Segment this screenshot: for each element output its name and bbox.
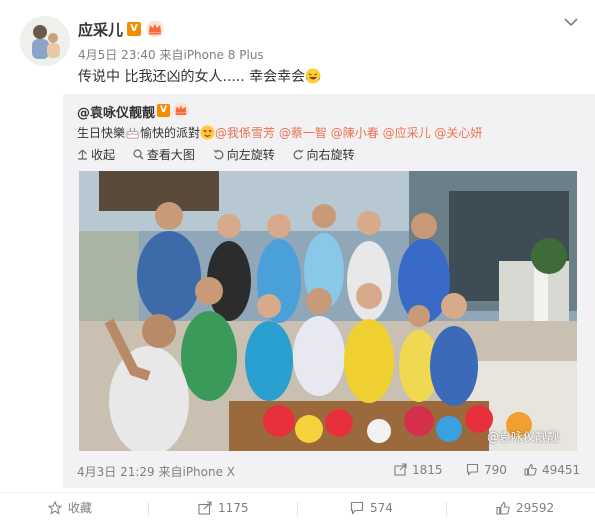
photo-watermark: @袁咏仪靓靓 (486, 430, 559, 444)
favorite-label: 收藏 (68, 501, 93, 515)
original-like-count[interactable]: 49451 (524, 463, 580, 477)
mention-link[interactable]: @关心妍 (434, 126, 482, 140)
zoom-icon (133, 149, 144, 160)
post-meta: 4月5日 23:40 来自iPhone 8 Plus (78, 48, 264, 62)
comment-icon (350, 501, 364, 515)
thumbs-up-icon (496, 501, 510, 515)
comment-button[interactable]: 574 (350, 493, 393, 524)
rotate-left-label: 向左旋转 (226, 148, 275, 162)
avatar[interactable] (20, 16, 70, 66)
mention-link[interactable]: @我係雪芳 (215, 126, 275, 140)
verified-badge-icon: V (157, 104, 170, 117)
mention-link[interactable]: @蔡一智 (279, 126, 327, 140)
share-icon (394, 463, 407, 476)
original-comment-count[interactable]: 790 (466, 463, 507, 477)
original-text-mid: 愉快的派對 (140, 126, 201, 140)
comment-count: 574 (370, 501, 393, 515)
post-text-content: 传说中 比我还凶的女人..... 幸会幸会 (78, 69, 306, 85)
group-photo-image (79, 171, 577, 451)
rotate-right-label: 向右旋转 (306, 148, 355, 162)
view-large-label: 查看大图 (146, 148, 195, 162)
like-button[interactable]: 29592 (496, 493, 554, 524)
username[interactable]: 应采儿 (78, 19, 123, 40)
heart-eyes-emoji-icon (200, 125, 215, 140)
repost-count: 1175 (218, 501, 249, 515)
comment-icon (466, 463, 479, 476)
collapse-icon (78, 149, 87, 160)
rotate-left-button[interactable]: 向左旋转 (213, 146, 275, 163)
collapse-button[interactable]: 收起 (77, 146, 115, 163)
rotate-left-icon (213, 149, 224, 160)
cake-emoji-icon (126, 127, 139, 139)
original-author[interactable]: @袁咏仪靓靓 (77, 102, 155, 121)
vip-crown-icon (146, 20, 164, 38)
weibo-post-card: 应采儿 V 4月5日 23:40 来自iPhone 8 Plus 传说中 比我还… (0, 0, 595, 524)
mention-link[interactable]: @陳小春 (331, 126, 379, 140)
chevron-down-icon[interactable] (563, 14, 579, 30)
post-text: 传说中 比我还凶的女人..... 幸会幸会 (78, 66, 321, 86)
original-like-value: 49451 (542, 463, 581, 477)
original-repost-value: 1815 (412, 463, 443, 477)
post-photo[interactable]: @袁咏仪靓靓 (79, 171, 577, 451)
star-icon (47, 500, 63, 515)
repost-button[interactable]: 1175 (198, 493, 249, 524)
image-toolbar: 收起 查看大图 向左旋转 向右旋转 (77, 146, 369, 163)
original-text-prefix: 生日快樂 (77, 126, 126, 140)
rotate-right-icon (293, 149, 303, 160)
mention-link[interactable]: @应采儿 (383, 126, 431, 140)
vip-crown-icon (173, 102, 189, 118)
thumbs-up-icon (524, 463, 537, 476)
collapse-label: 收起 (91, 148, 116, 162)
action-bar: 收藏 1175 574 29592 (0, 492, 595, 524)
laugh-emoji-icon (305, 68, 321, 84)
divider (446, 502, 447, 516)
reposted-content: @袁咏仪靓靓 V 生日快樂 愉快的派對 @我係雪芳 @蔡一智 @陳小春 @应采儿… (63, 94, 595, 488)
verified-badge-icon: V (127, 22, 141, 36)
favorite-button[interactable]: 收藏 (47, 493, 93, 524)
share-icon (198, 501, 212, 515)
original-text: 生日快樂 愉快的派對 @我係雪芳 @蔡一智 @陳小春 @应采儿 @关心妍 (77, 124, 482, 141)
original-comment-value: 790 (484, 463, 507, 477)
original-post-meta: 4月3日 21:29 来自iPhone X (77, 465, 236, 479)
divider (148, 502, 149, 516)
original-repost-count[interactable]: 1815 (394, 463, 443, 477)
like-count: 29592 (516, 501, 555, 515)
divider (297, 502, 298, 516)
rotate-right-button[interactable]: 向右旋转 (293, 146, 355, 163)
view-large-button[interactable]: 查看大图 (133, 146, 195, 163)
